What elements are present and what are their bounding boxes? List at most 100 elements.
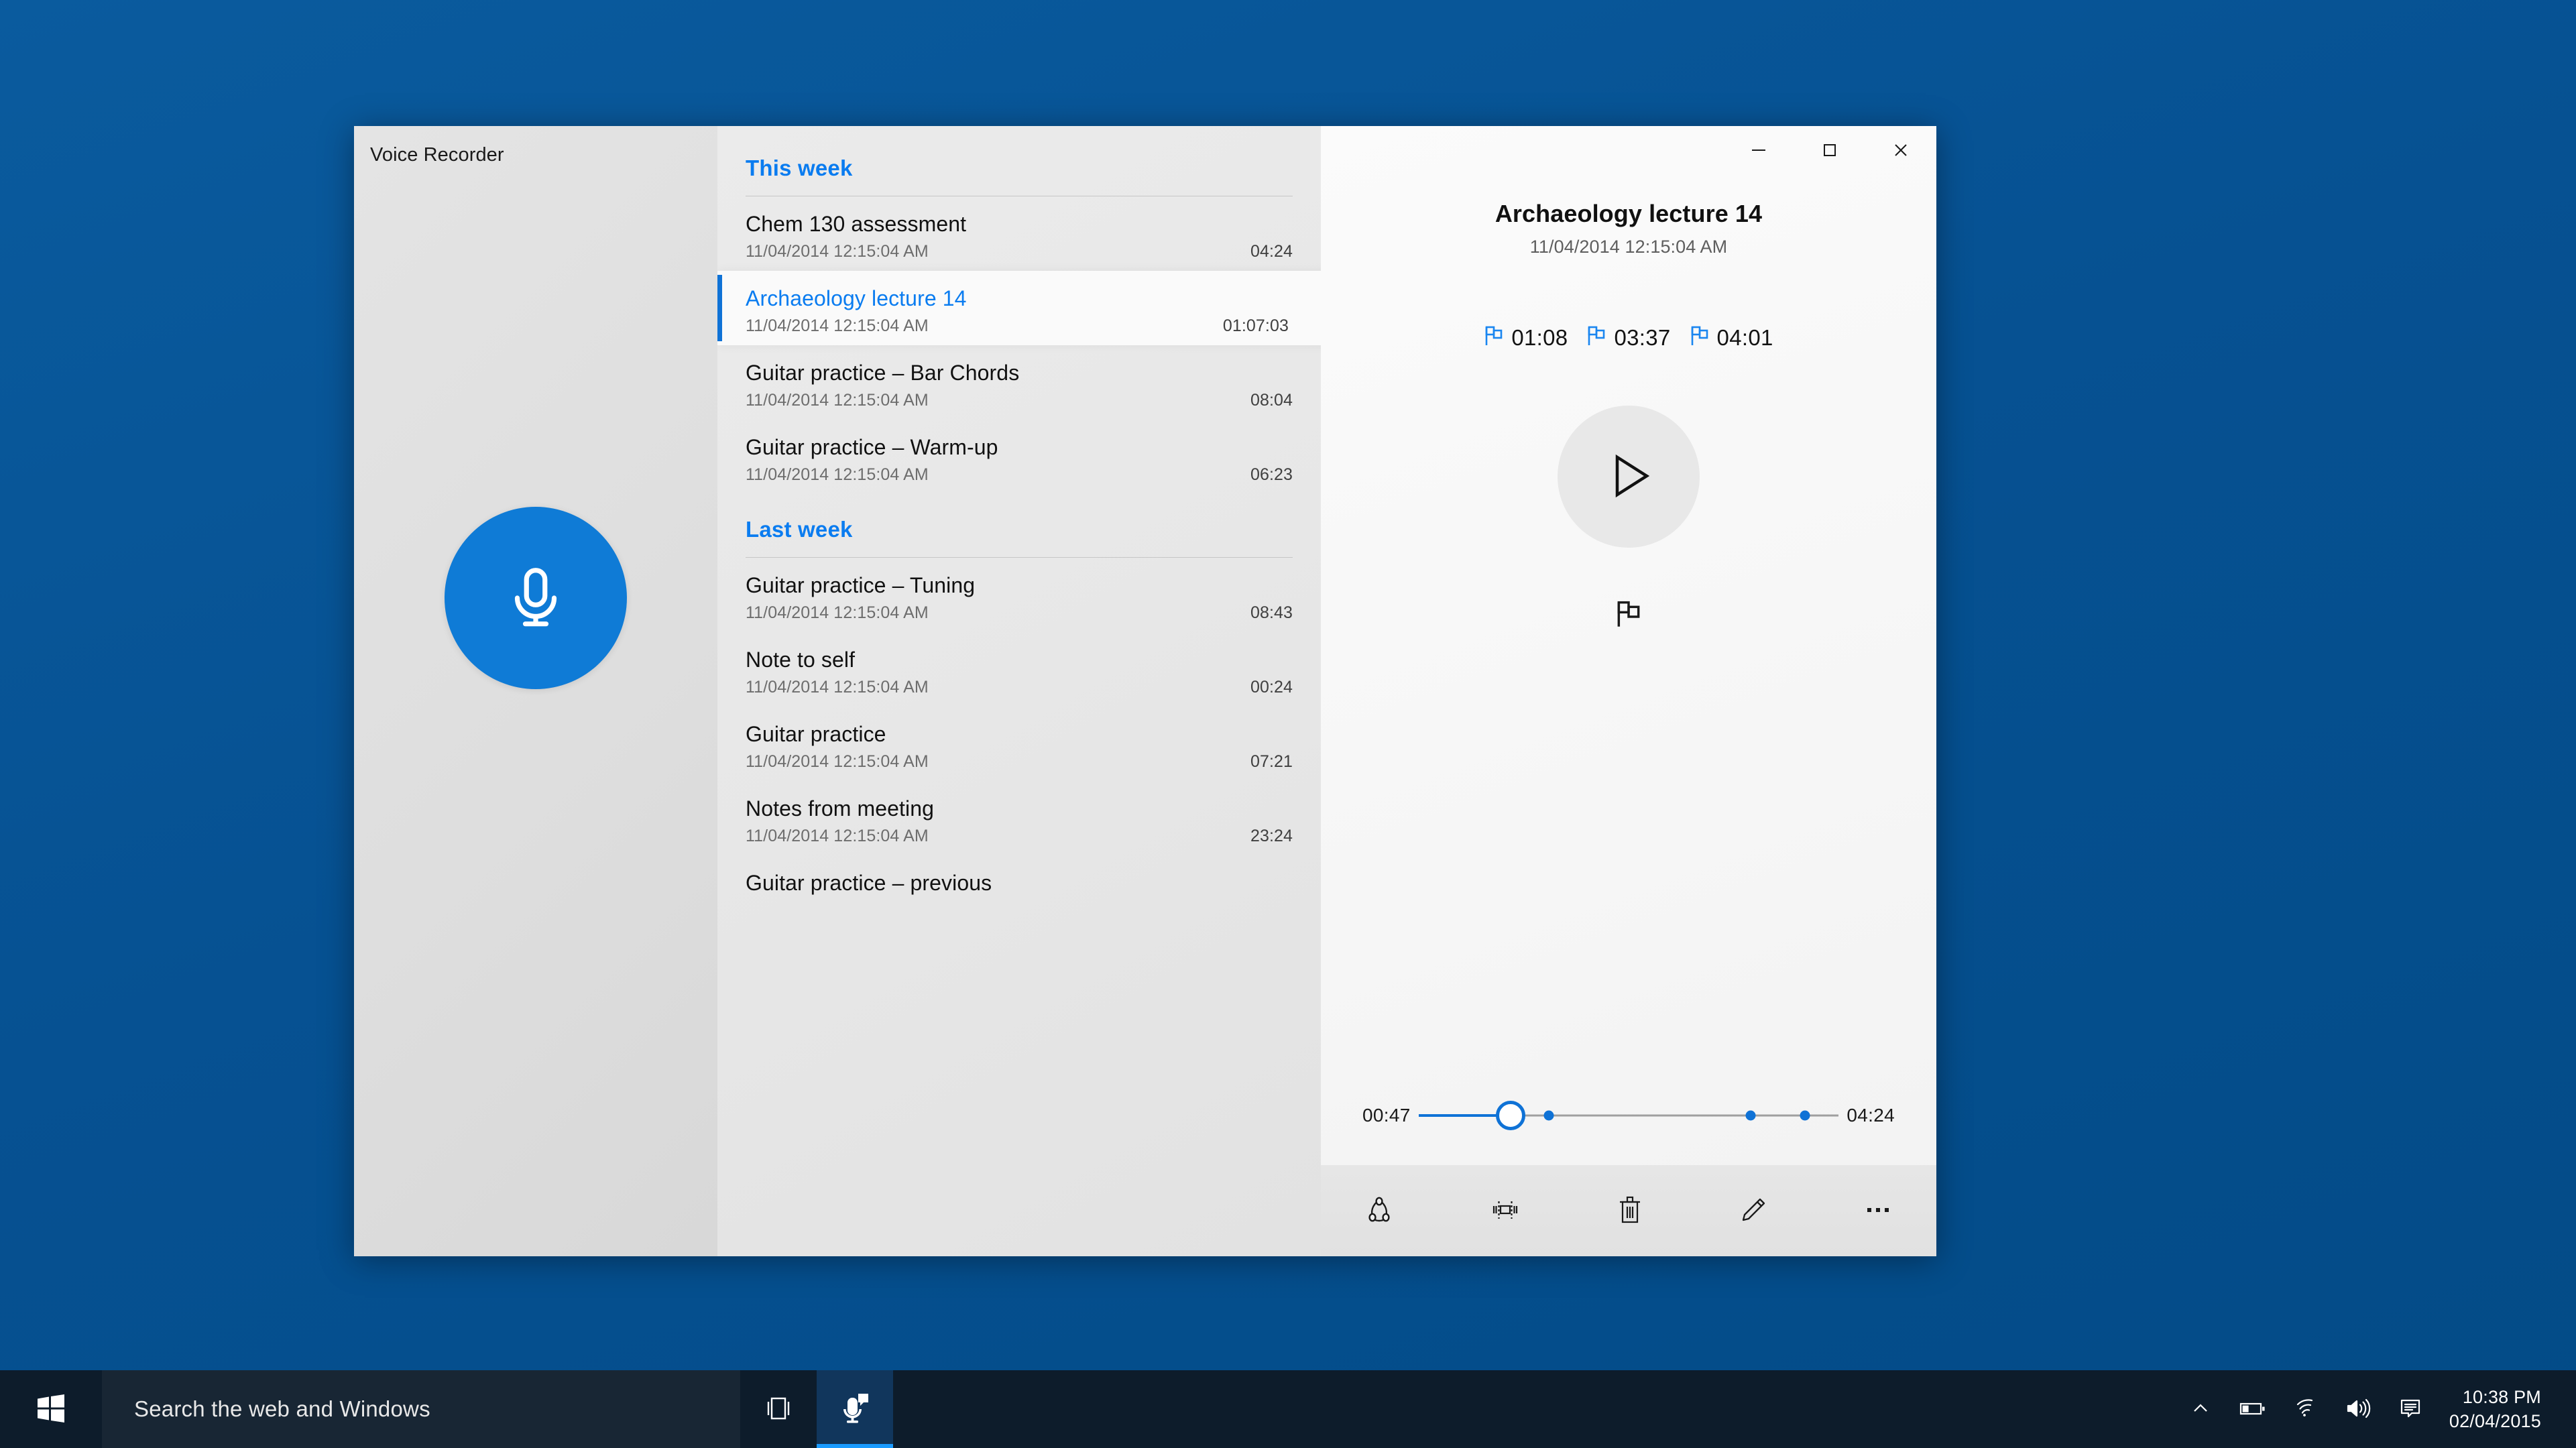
more-icon bbox=[1862, 1202, 1894, 1220]
rename-button[interactable] bbox=[1731, 1187, 1776, 1235]
recording-date: 11/04/2014 12:15:04 AM bbox=[746, 391, 929, 410]
recording-duration: 01:07:03 bbox=[1222, 316, 1289, 336]
flag-icon bbox=[1586, 324, 1606, 351]
recording-meta: 11/04/2014 12:15:04 AM 00:24 bbox=[746, 678, 1293, 697]
recordings-list[interactable]: This week Chem 130 assessment 11/04/2014… bbox=[717, 126, 1321, 1256]
delete-button[interactable] bbox=[1608, 1187, 1651, 1235]
list-item[interactable]: Chem 130 assessment 11/04/2014 12:15:04 … bbox=[717, 196, 1321, 271]
maximize-icon bbox=[1819, 139, 1840, 161]
flag-marker[interactable]: 03:37 bbox=[1586, 324, 1670, 351]
share-button[interactable] bbox=[1356, 1187, 1402, 1235]
list-item-selected[interactable]: Archaeology lecture 14 11/04/2014 12:15:… bbox=[717, 271, 1321, 346]
voice-recorder-icon bbox=[837, 1390, 872, 1429]
delete-icon bbox=[1615, 1193, 1645, 1229]
trim-icon bbox=[1488, 1194, 1523, 1228]
close-button[interactable] bbox=[1865, 126, 1936, 174]
desktop-background: Voice Recorder This week Chem 130 assess… bbox=[0, 0, 2576, 1448]
more-button[interactable] bbox=[1855, 1195, 1901, 1227]
recording-title: Guitar practice – Tuning bbox=[746, 573, 976, 598]
list-item[interactable]: Guitar practice 11/04/2014 12:15:04 AM 0… bbox=[717, 707, 1321, 781]
play-icon bbox=[1604, 449, 1653, 505]
task-view-button[interactable] bbox=[740, 1370, 817, 1448]
recording-duration: 04:24 bbox=[1250, 242, 1293, 261]
flag-time: 03:37 bbox=[1614, 324, 1671, 350]
playback-controls bbox=[1321, 406, 1936, 548]
window-titlebar bbox=[1321, 126, 1936, 174]
search-input[interactable]: Search the web and Windows bbox=[102, 1370, 740, 1448]
recording-date: 11/04/2014 12:15:04 AM bbox=[746, 316, 929, 336]
list-item[interactable]: Notes from meeting 11/04/2014 12:15:04 A… bbox=[717, 781, 1321, 855]
flag-icon bbox=[1690, 324, 1710, 351]
chevron-up-icon bbox=[2189, 1397, 2212, 1422]
recording-duration: 23:24 bbox=[1250, 827, 1293, 846]
recording-title: Note to self bbox=[746, 648, 856, 672]
scrubber-thumb[interactable] bbox=[1496, 1101, 1526, 1130]
recording-duration: 07:21 bbox=[1250, 752, 1293, 772]
trim-button[interactable] bbox=[1481, 1187, 1529, 1235]
system-tray: 10:38 PM 02/04/2015 bbox=[2177, 1370, 2576, 1448]
search-placeholder: Search the web and Windows bbox=[134, 1396, 430, 1421]
recording-date: 11/04/2014 12:15:04 AM bbox=[746, 752, 929, 772]
scrubber-flag-marker[interactable] bbox=[1543, 1110, 1554, 1121]
recording-date: 11/04/2014 12:15:04 AM bbox=[746, 827, 929, 846]
recording-title: Guitar practice – Bar Chords bbox=[746, 361, 1020, 385]
flag-icon bbox=[1615, 601, 1642, 631]
start-button[interactable] bbox=[0, 1370, 102, 1448]
flag-marker[interactable]: 04:01 bbox=[1690, 324, 1773, 351]
action-center-button[interactable] bbox=[2386, 1370, 2435, 1448]
recording-title: Guitar practice – previous bbox=[746, 871, 992, 896]
list-item[interactable]: Guitar practice – previous bbox=[717, 855, 1321, 906]
add-flag-button[interactable] bbox=[1610, 593, 1647, 637]
battery-icon bbox=[2239, 1399, 2267, 1420]
flag-icon bbox=[1484, 324, 1504, 351]
recording-title: Guitar practice – Warm-up bbox=[746, 435, 998, 460]
recording-title: Archaeology lecture 14 bbox=[746, 286, 967, 311]
detail-header: Archaeology lecture 14 11/04/2014 12:15:… bbox=[1321, 200, 1936, 257]
microphone-icon bbox=[499, 561, 573, 635]
show-hidden-icons-button[interactable] bbox=[2177, 1370, 2224, 1448]
minimize-button[interactable] bbox=[1723, 126, 1794, 174]
recording-date: 11/04/2014 12:15:04 AM bbox=[746, 465, 929, 485]
list-item[interactable]: Guitar practice – Tuning 11/04/2014 12:1… bbox=[717, 558, 1321, 632]
battery-button[interactable] bbox=[2227, 1370, 2279, 1448]
recording-duration: 06:23 bbox=[1250, 465, 1293, 485]
playback-scrubber[interactable]: 00:47 04:24 bbox=[1321, 1101, 1936, 1130]
recording-meta: 11/04/2014 12:15:04 AM 07:21 bbox=[746, 752, 1293, 772]
taskbar: Search the web and Windows 10:38 PM 02/0… bbox=[0, 1370, 2576, 1448]
action-center-icon bbox=[2398, 1397, 2422, 1422]
taskbar-item-voice-recorder[interactable] bbox=[817, 1370, 893, 1448]
volume-button[interactable] bbox=[2333, 1370, 2384, 1448]
list-item[interactable]: Guitar practice – Warm-up 11/04/2014 12:… bbox=[717, 420, 1321, 494]
flag-marker[interactable]: 01:08 bbox=[1484, 324, 1568, 351]
detail-date: 11/04/2014 12:15:04 AM bbox=[1529, 237, 1728, 257]
recording-meta: 11/04/2014 12:15:04 AM 04:24 bbox=[746, 242, 1293, 261]
list-item[interactable]: Note to self 11/04/2014 12:15:04 AM 00:2… bbox=[717, 632, 1321, 707]
record-button[interactable] bbox=[445, 507, 627, 689]
total-duration-label: 04:24 bbox=[1847, 1105, 1895, 1126]
close-icon bbox=[1890, 139, 1912, 161]
rename-icon bbox=[1737, 1194, 1769, 1228]
list-item[interactable]: Guitar practice – Bar Chords 11/04/2014 … bbox=[717, 345, 1321, 420]
recording-date: 11/04/2014 12:15:04 AM bbox=[746, 603, 929, 623]
app-title: Voice Recorder bbox=[370, 144, 504, 166]
network-button[interactable] bbox=[2282, 1370, 2330, 1448]
play-button[interactable] bbox=[1558, 406, 1700, 548]
flag-time: 04:01 bbox=[1716, 324, 1773, 350]
maximize-button[interactable] bbox=[1794, 126, 1865, 174]
recording-meta: 11/04/2014 12:15:04 AM 01:07:03 bbox=[746, 316, 1289, 336]
clock[interactable]: 10:38 PM 02/04/2015 bbox=[2437, 1370, 2559, 1448]
scrubber-flag-marker[interactable] bbox=[1800, 1110, 1810, 1121]
flag-time: 01:08 bbox=[1511, 324, 1568, 350]
scrubber-track[interactable] bbox=[1418, 1101, 1839, 1130]
minimize-icon bbox=[1748, 139, 1769, 161]
volume-icon bbox=[2345, 1398, 2372, 1421]
recording-title: Notes from meeting bbox=[746, 796, 935, 821]
recording-meta: 11/04/2014 12:15:04 AM 08:43 bbox=[746, 603, 1293, 623]
scrubber-flag-marker[interactable] bbox=[1745, 1110, 1756, 1121]
detail-title: Archaeology lecture 14 bbox=[1495, 200, 1763, 227]
wifi-icon bbox=[2294, 1398, 2318, 1421]
list-section-header: Last week bbox=[717, 517, 1321, 558]
recording-meta: 11/04/2014 12:15:04 AM 23:24 bbox=[746, 827, 1293, 846]
clock-time: 10:38 PM bbox=[2462, 1386, 2541, 1407]
recording-duration: 08:43 bbox=[1250, 603, 1293, 623]
